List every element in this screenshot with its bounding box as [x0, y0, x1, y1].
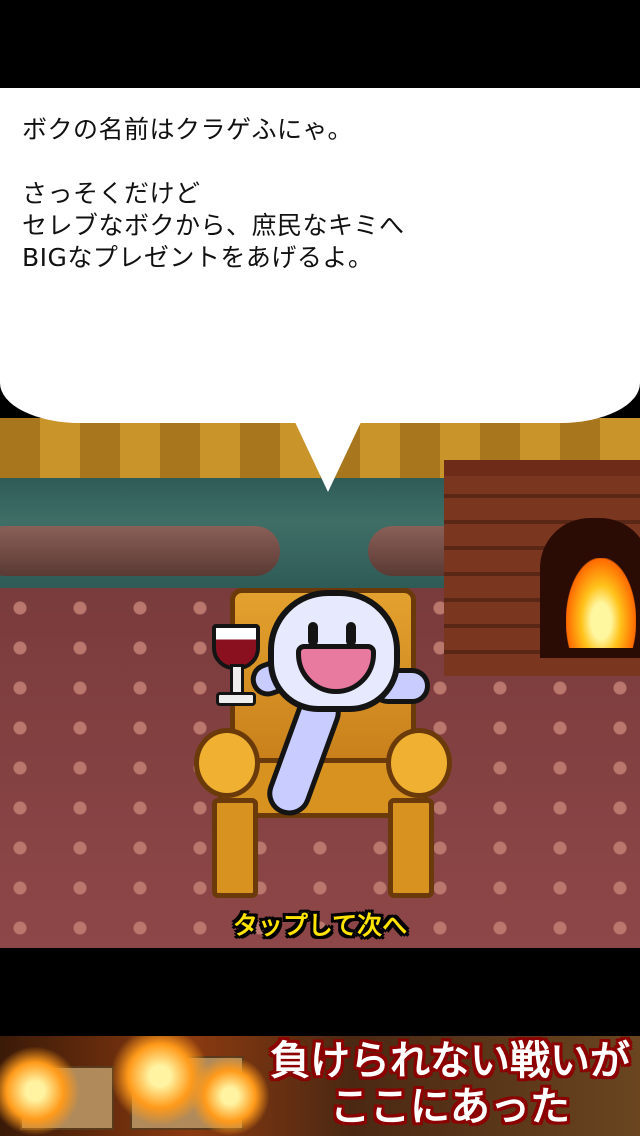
tap-to-continue-prompt[interactable]: タップして次へ [210, 906, 430, 946]
dialog-text: ボクの名前はクラゲふにゃ。 さっそくだけど セレブなボクから、庶民なキミへ BI… [22, 115, 405, 272]
character-eye-left [308, 622, 318, 646]
lion-head-left-icon [194, 728, 260, 798]
throne-leg-right [388, 798, 434, 898]
fire-icon [566, 558, 636, 648]
jellyfish-character [268, 590, 400, 712]
throne-leg-left [212, 798, 258, 898]
lion-head-right-icon [386, 728, 452, 798]
character-eye-right [346, 622, 356, 646]
ad-headline: 負けられない戦いが ここにあった [270, 1037, 630, 1130]
wine-glass-icon [212, 624, 260, 706]
ad-fire-icon [190, 1056, 270, 1136]
wall-rail-left [0, 526, 280, 576]
character-mouth [296, 644, 376, 694]
speech-bubble-tail [294, 420, 362, 492]
ad-banner[interactable]: 負けられない戦いが ここにあった [0, 1036, 640, 1136]
